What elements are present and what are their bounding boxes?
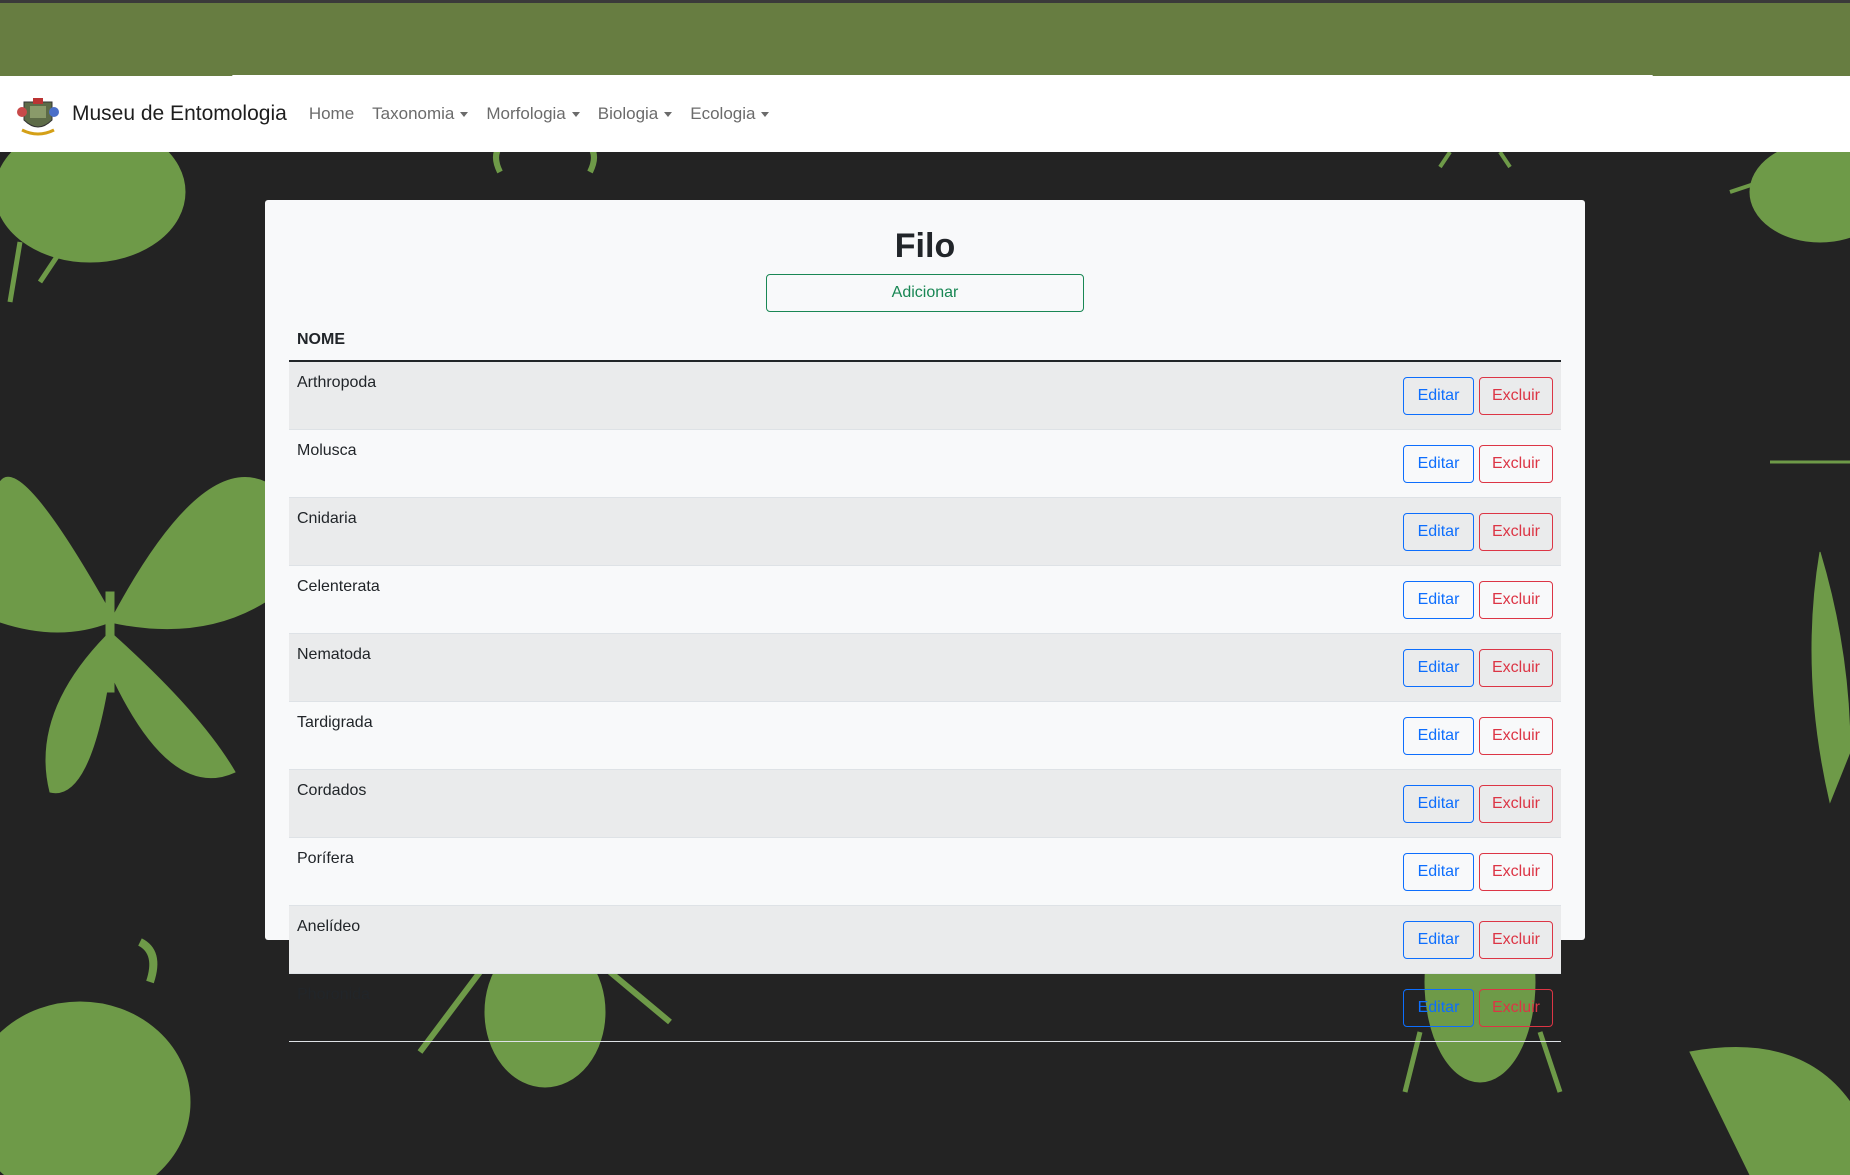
- table-row: Nematoda Editar Excluir: [289, 633, 1561, 702]
- edit-button[interactable]: Editar: [1403, 920, 1474, 959]
- delete-button[interactable]: Excluir: [1479, 784, 1553, 823]
- navbar: Museu de Entomologia Home Taxonomia Morfol…: [0, 76, 1850, 152]
- table-row: Anelídeo Editar Excluir: [289, 905, 1561, 974]
- wing-illustration: [1689, 1047, 1850, 1175]
- brand[interactable]: Museu de Entomologia: [14, 90, 287, 138]
- table-row: Cnidaria Editar Excluir: [289, 497, 1561, 566]
- beetle-illustration: [0, 152, 186, 263]
- caret-down-icon: [460, 111, 469, 117]
- bug-illustration-right: [1811, 551, 1850, 804]
- nav-menu: Home Taxonomia Morfologia Biologia Ecologia: [309, 104, 770, 124]
- add-button[interactable]: Adicionar: [766, 274, 1084, 312]
- delete-button[interactable]: Excluir: [1479, 512, 1553, 551]
- phylum-table: NOME Arthropoda Editar Excluir Molusca Edita…: [289, 320, 1561, 1042]
- stag-beetle-illustration: [493, 152, 597, 174]
- phylum-name: Anelídeo: [289, 905, 764, 974]
- phylum-name: Porífera: [289, 837, 764, 906]
- delete-button[interactable]: Excluir: [1479, 648, 1553, 687]
- row-actions: Editar Excluir: [763, 837, 1561, 906]
- row-actions: Editar Excluir: [763, 973, 1561, 1042]
- beetle-illustration-right: [1749, 152, 1850, 243]
- nav-item-biologia[interactable]: Biologia: [598, 104, 673, 124]
- table-row: Porífera Editar Excluir: [289, 837, 1561, 906]
- row-actions: Editar Excluir: [763, 633, 1561, 702]
- phylum-name: Phoronida: [289, 973, 764, 1042]
- butterfly-illustration: [0, 476, 266, 794]
- edit-button[interactable]: Editar: [1403, 852, 1474, 891]
- edit-button[interactable]: Editar: [1403, 784, 1474, 823]
- table-row: Tardigrada Editar Excluir: [289, 701, 1561, 770]
- table-row: Cordados Editar Excluir: [289, 769, 1561, 838]
- delete-button[interactable]: Excluir: [1479, 920, 1553, 959]
- nav-item-morfologia[interactable]: Morfologia: [486, 104, 580, 124]
- row-actions: Editar Excluir: [763, 905, 1561, 974]
- nav-item-ecologia[interactable]: Ecologia: [690, 104, 770, 124]
- row-actions: Editar Excluir: [763, 769, 1561, 838]
- top-banner: [0, 0, 1850, 83]
- edit-button[interactable]: Editar: [1403, 648, 1474, 687]
- phylum-name: Celenterata: [289, 565, 764, 634]
- row-actions: Editar Excluir: [763, 361, 1561, 430]
- phylum-name: Arthropoda: [289, 361, 764, 430]
- caret-down-icon: [571, 111, 580, 117]
- table-body: Arthropoda Editar Excluir Molusca Editar Excl…: [289, 361, 1561, 1042]
- brand-name: Museu de Entomologia: [72, 102, 287, 125]
- edit-button[interactable]: Editar: [1403, 512, 1474, 551]
- table-row: Celenterata Editar Excluir: [289, 565, 1561, 634]
- nav-item-home[interactable]: Home: [309, 104, 354, 124]
- column-header-actions: [763, 320, 1561, 362]
- table-header-row: NOME: [289, 320, 1561, 362]
- table-row: Arthropoda Editar Excluir: [289, 361, 1561, 430]
- phylum-name: Molusca: [289, 429, 764, 498]
- row-actions: Editar Excluir: [763, 565, 1561, 634]
- delete-button[interactable]: Excluir: [1479, 580, 1553, 619]
- edit-button[interactable]: Editar: [1403, 376, 1474, 415]
- column-header-name: NOME: [289, 320, 764, 362]
- phylum-name: Cnidaria: [289, 497, 764, 566]
- nav-item-label: Home: [308, 104, 355, 123]
- edit-button[interactable]: Editar: [1403, 580, 1474, 619]
- nav-item-label: Taxonomia: [372, 104, 455, 123]
- delete-button[interactable]: Excluir: [1479, 716, 1553, 755]
- table-row: Phoronida Editar Excluir: [289, 973, 1561, 1042]
- row-actions: Editar Excluir: [763, 497, 1561, 566]
- delete-button[interactable]: Excluir: [1479, 376, 1553, 415]
- nav-item-taxonomia[interactable]: Taxonomia: [372, 104, 469, 124]
- edit-button[interactable]: Editar: [1403, 988, 1474, 1027]
- beetle-illustration-bottom-left: [0, 1001, 191, 1175]
- edit-button[interactable]: Editar: [1403, 716, 1474, 755]
- table-row: Molusca Editar Excluir: [289, 429, 1561, 498]
- caret-down-icon: [664, 111, 673, 117]
- page-title: Filo: [894, 227, 956, 265]
- delete-button[interactable]: Excluir: [1479, 988, 1553, 1027]
- nav-item-label: Morfologia: [486, 104, 566, 123]
- nav-item-label: Ecologia: [690, 104, 756, 123]
- row-actions: Editar Excluir: [763, 429, 1561, 498]
- content-card: Filo Adicionar NOME Arthropoda Editar Excl…: [265, 200, 1585, 1042]
- phylum-name: Nematoda: [289, 633, 764, 702]
- nav-item-label: Biologia: [597, 104, 659, 123]
- delete-button[interactable]: Excluir: [1479, 852, 1553, 891]
- caret-down-icon: [761, 111, 770, 117]
- row-actions: Editar Excluir: [763, 701, 1561, 770]
- coat-of-arms-logo: [17, 98, 59, 136]
- edit-button[interactable]: Editar: [1403, 444, 1474, 483]
- phylum-name: Cordados: [289, 769, 764, 838]
- delete-button[interactable]: Excluir: [1479, 444, 1553, 483]
- phylum-name: Tardigrada: [289, 701, 764, 770]
